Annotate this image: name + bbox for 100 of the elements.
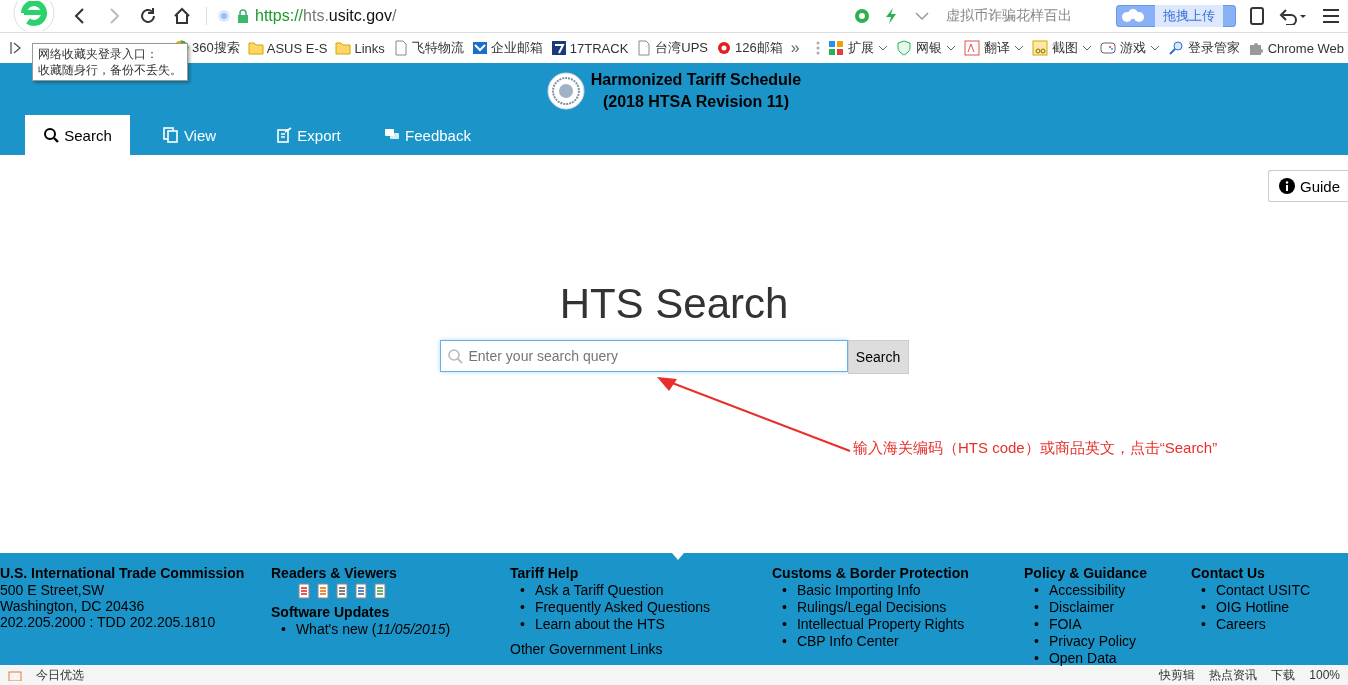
bookmark-item[interactable]: 126邮箱 bbox=[716, 39, 783, 57]
page-icon bbox=[392, 40, 409, 56]
list-bullet: • bbox=[1034, 650, 1039, 667]
list-bullet: • bbox=[520, 616, 525, 633]
bookmark-item[interactable]: Links bbox=[335, 40, 385, 56]
copy-icon bbox=[162, 127, 179, 143]
footer-link[interactable]: Accessibility bbox=[1048, 582, 1126, 599]
list-bullet: • bbox=[1034, 633, 1039, 650]
footer-link[interactable]: Learn about the HTS bbox=[534, 616, 665, 633]
extension-item[interactable]: 网银 bbox=[895, 39, 956, 57]
footer-link[interactable]: Disclaimer bbox=[1048, 599, 1115, 616]
page-heading: HTS Search bbox=[558, 280, 790, 328]
info-icon bbox=[1278, 178, 1295, 194]
sidebar-toggle-icon[interactable] bbox=[10, 41, 22, 55]
footer-heading: Tariff Help bbox=[510, 565, 580, 582]
bookmark-item[interactable]: 飞特物流 bbox=[392, 39, 464, 57]
upload-button[interactable]: 拖拽上传 bbox=[1116, 5, 1236, 27]
bookmark-item[interactable]: 企业邮箱 bbox=[471, 39, 543, 57]
search-field[interactable]: Enter your search query bbox=[439, 340, 848, 372]
envelope-icon bbox=[471, 40, 488, 56]
extension-item[interactable]: 登录管家 bbox=[1167, 39, 1240, 57]
footer-link[interactable]: Other Government Links bbox=[510, 641, 772, 658]
footer-link[interactable]: FOIA bbox=[1048, 616, 1082, 633]
footer-link[interactable]: Careers bbox=[1215, 616, 1266, 633]
search-icon bbox=[43, 127, 60, 143]
document-icon[interactable] bbox=[298, 583, 310, 599]
reload-icon[interactable] bbox=[138, 6, 158, 26]
extension-item[interactable]: 翻译 bbox=[963, 39, 1024, 57]
footer-link[interactable]: Intellectual Property Rights bbox=[796, 616, 965, 633]
site-title: (2018 HTSA Revision 11) bbox=[601, 92, 791, 112]
document-icon[interactable] bbox=[374, 583, 386, 599]
footer-link[interactable]: Rulings/Legal Decisions bbox=[796, 599, 947, 616]
nav-tab[interactable]: Search bbox=[25, 115, 130, 155]
caret-icon[interactable] bbox=[945, 44, 956, 52]
grid-icon bbox=[827, 40, 844, 56]
status-item[interactable]: 今日优选 bbox=[36, 666, 84, 684]
bookmark-item[interactable]: 台湾UPS bbox=[636, 39, 709, 57]
caret-icon[interactable] bbox=[1081, 44, 1092, 52]
site-title: Harmonized Tariff Schedule bbox=[590, 70, 802, 90]
lock-icon bbox=[237, 9, 249, 23]
document-icon[interactable] bbox=[336, 583, 348, 599]
list-bullet: • bbox=[1034, 616, 1039, 633]
lightning-icon bbox=[884, 8, 898, 24]
caret-icon[interactable] bbox=[1149, 44, 1160, 52]
cloud-icon bbox=[1121, 8, 1145, 24]
list-bullet: • bbox=[520, 582, 525, 599]
more-bookmarks[interactable]: » bbox=[790, 39, 800, 57]
guide-button[interactable]: Guide bbox=[1267, 170, 1348, 202]
footer-link[interactable]: Basic Importing Info bbox=[796, 582, 921, 599]
extension-item[interactable]: Chrome Web bbox=[1247, 40, 1344, 56]
footer-heading: Software Updates bbox=[271, 604, 391, 621]
search-button[interactable]: Search bbox=[847, 340, 909, 374]
list-bullet: • bbox=[1201, 599, 1206, 616]
site-info-icon bbox=[217, 9, 231, 23]
menu-icon[interactable] bbox=[1322, 8, 1340, 24]
footer-text: 500 E Street,SW bbox=[0, 582, 106, 598]
shield-icon bbox=[895, 40, 912, 56]
aperture-icon bbox=[854, 8, 870, 24]
address-bar[interactable]: https://hts.usitc.gov/ bbox=[206, 7, 397, 25]
list-bullet: • bbox=[281, 621, 286, 638]
caret-icon[interactable] bbox=[1013, 44, 1024, 52]
home-icon[interactable] bbox=[172, 6, 192, 26]
document-icon[interactable] bbox=[317, 583, 329, 599]
phone-icon[interactable] bbox=[1250, 7, 1264, 25]
puzzle-icon bbox=[1247, 40, 1264, 56]
status-item[interactable]: 热点资讯 bbox=[1209, 666, 1258, 684]
bookmark-item[interactable]: 17TRACK bbox=[550, 40, 629, 56]
footer-heading: Customs & Border Protection bbox=[772, 565, 970, 582]
footer-link[interactable]: What's new (11/05/2015) bbox=[295, 621, 451, 638]
footer-link[interactable]: Contact USITC bbox=[1215, 582, 1311, 599]
translate-icon bbox=[963, 40, 980, 56]
footer-link[interactable]: Frequently Asked Questions bbox=[534, 599, 710, 616]
footer-link[interactable]: CBP Info Center bbox=[796, 633, 899, 650]
export-icon bbox=[276, 127, 293, 143]
seal-icon bbox=[546, 72, 585, 110]
footer-text: 202.205.2000 : TDD 202.205.1810 bbox=[0, 614, 217, 630]
circle-logo-icon bbox=[716, 40, 733, 56]
status-item[interactable]: 快剪辑 bbox=[1159, 666, 1196, 684]
search-icon bbox=[446, 348, 463, 364]
tooltip-text: 网络收藏夹登录入口： bbox=[38, 46, 159, 62]
extension-item[interactable]: 截图 bbox=[1031, 39, 1092, 57]
caret-icon[interactable] bbox=[877, 44, 888, 52]
extension-item[interactable]: 扩展 bbox=[827, 39, 888, 57]
footer-heading: Contact Us bbox=[1191, 565, 1266, 582]
footer-heading: U.S. International Trade Commission bbox=[0, 565, 246, 582]
footer-heading: Policy & Guidance bbox=[1024, 565, 1148, 582]
status-item[interactable]: 下载 bbox=[1271, 666, 1296, 684]
footer-link[interactable]: OIG Hotline bbox=[1215, 599, 1290, 616]
undo-icon[interactable] bbox=[1278, 7, 1308, 25]
list-bullet: • bbox=[782, 616, 787, 633]
list-bullet: • bbox=[1201, 582, 1206, 599]
extension-item[interactable]: 游戏 bbox=[1099, 39, 1160, 57]
bookmark-item[interactable]: ASUS E-S bbox=[247, 40, 328, 56]
footer-link[interactable]: Privacy Policy bbox=[1048, 633, 1137, 650]
news-headline[interactable]: 虚拟币诈骗花样百出 bbox=[946, 7, 1072, 25]
annotation-text: 输入海关编码（HTS code）或商品英文，点击“Search” bbox=[853, 439, 1218, 458]
footer-link[interactable]: Open Data bbox=[1048, 650, 1117, 667]
document-icon[interactable] bbox=[355, 583, 367, 599]
footer-link[interactable]: Ask a Tariff Question bbox=[534, 582, 664, 599]
status-item[interactable]: 100% bbox=[1309, 668, 1340, 682]
